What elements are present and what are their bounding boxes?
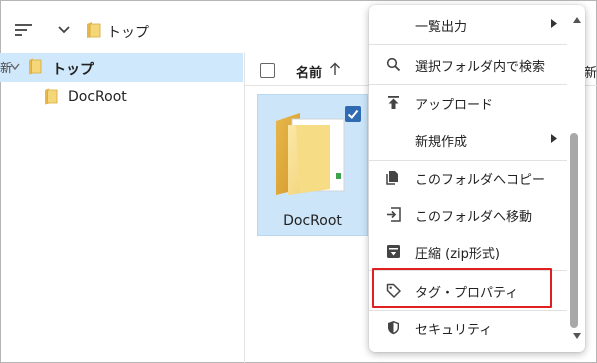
context-menu: 一覧出力 選択フォルダ内で検索 アップロード 新規作成 このフォルダへコピー こ… bbox=[369, 5, 585, 352]
scroll-up-arrow-icon[interactable] bbox=[573, 17, 581, 23]
location-label[interactable]: トップ bbox=[107, 22, 149, 42]
menu-item-export-list[interactable]: 一覧出力 bbox=[369, 7, 567, 41]
sort-ascending-icon[interactable] bbox=[329, 62, 341, 76]
scrollbar-thumb[interactable] bbox=[570, 133, 578, 328]
shield-icon bbox=[388, 321, 399, 335]
folder-icon bbox=[87, 22, 101, 38]
submenu-arrow-icon bbox=[551, 134, 557, 143]
menu-item-label: このフォルダへコピー bbox=[415, 173, 546, 188]
expand-chevron-icon[interactable] bbox=[10, 63, 20, 71]
submenu-arrow-icon bbox=[551, 19, 557, 28]
menu-item-label: 圧縮 (zip形式) bbox=[415, 247, 500, 262]
menu-item-label: タグ・プロパティ bbox=[415, 286, 519, 301]
menu-item-move-here[interactable]: このフォルダへ移動 bbox=[369, 197, 567, 231]
tile-label: DocRoot bbox=[283, 213, 342, 229]
chevron-down-icon[interactable] bbox=[58, 25, 70, 35]
menu-item-zip[interactable]: 圧縮 (zip形式) bbox=[369, 234, 567, 268]
menu-scrollbar[interactable] bbox=[568, 5, 585, 352]
item-checkbox[interactable] bbox=[345, 106, 361, 122]
select-all-checkbox[interactable] bbox=[260, 63, 275, 78]
menu-item-label: セキュリティ bbox=[415, 323, 493, 338]
folder-icon bbox=[45, 88, 58, 105]
menu-item-tag-properties[interactable]: タグ・プロパティ bbox=[369, 273, 567, 307]
tree-item-label: DocRoot bbox=[68, 89, 127, 105]
move-into-icon bbox=[387, 207, 401, 222]
menu-item-new[interactable]: 新規作成 bbox=[369, 122, 567, 156]
search-icon bbox=[386, 57, 401, 72]
menu-separator bbox=[369, 270, 567, 271]
menu-item-label: 一覧出力 bbox=[415, 20, 468, 35]
menu-item-label: 新規作成 bbox=[415, 135, 468, 150]
tag-icon bbox=[386, 283, 401, 298]
folder-icon bbox=[29, 58, 42, 75]
menu-separator bbox=[369, 44, 567, 45]
folder-icon bbox=[276, 113, 345, 195]
menu-item-label: このフォルダへ移動 bbox=[415, 210, 533, 225]
menu-item-label: アップロード bbox=[415, 98, 494, 113]
menu-item-label: 選択フォルダ内で検索 bbox=[415, 60, 546, 75]
archive-box-icon bbox=[387, 245, 400, 258]
name-column-header[interactable]: 名前 bbox=[296, 62, 322, 81]
tree-item-root[interactable]: 新 トップ bbox=[0, 53, 243, 82]
upload-icon bbox=[388, 96, 399, 109]
menu-item-upload[interactable]: アップロード bbox=[369, 85, 567, 119]
menu-item-security[interactable]: セキュリティ bbox=[369, 310, 567, 344]
menu-item-copy-here[interactable]: このフォルダへコピー bbox=[369, 160, 567, 194]
sort-lines-icon[interactable] bbox=[15, 23, 33, 37]
tree-root-label: トップ bbox=[52, 62, 94, 78]
checkmark-icon bbox=[347, 109, 359, 119]
scroll-down-arrow-icon[interactable] bbox=[573, 333, 581, 339]
folder-tile-docroot[interactable]: DocRoot bbox=[257, 94, 368, 236]
menu-item-search-in-folder[interactable]: 選択フォルダ内で検索 bbox=[369, 47, 567, 81]
copy-file-icon bbox=[386, 171, 398, 185]
pane-divider[interactable] bbox=[244, 52, 245, 363]
